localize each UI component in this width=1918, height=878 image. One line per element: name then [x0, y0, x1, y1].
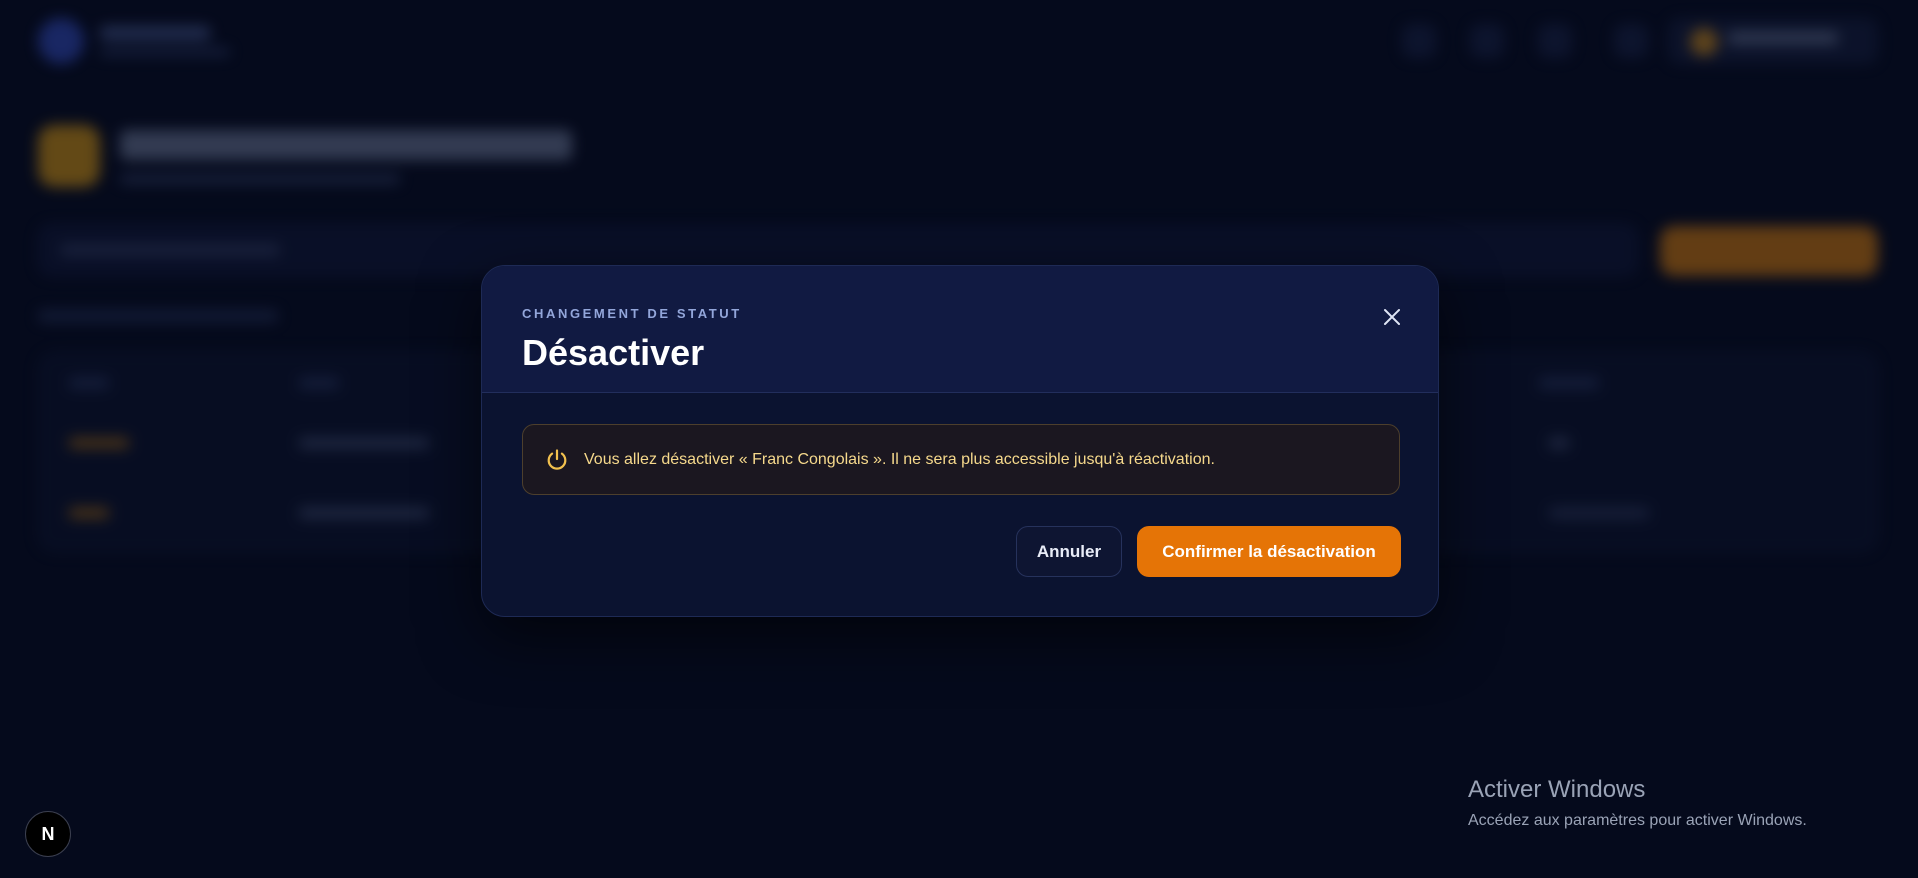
alert-message: Vous allez désactiver « Franc Congolais … [584, 451, 1215, 468]
cancel-button[interactable]: Annuler [1016, 526, 1122, 577]
bg-table-header [1539, 378, 1599, 388]
modal-eyebrow: CHANGEMENT DE STATUT [522, 306, 742, 321]
bg-table-cell [69, 438, 129, 448]
dev-badge-label: N [41, 823, 55, 844]
watermark-title: Activer Windows [1468, 776, 1646, 803]
bg-table-cell [1549, 508, 1649, 518]
bg-user-avatar [1690, 28, 1718, 56]
bg-table-header [69, 378, 109, 388]
status-change-modal: CHANGEMENT DE STATUT Désactiver Vous all… [481, 265, 1439, 617]
bg-table-cell [299, 438, 429, 448]
bg-logo [38, 18, 84, 64]
power-icon [547, 449, 567, 470]
close-icon [1384, 309, 1400, 325]
bg-add-button [1660, 226, 1878, 276]
bg-topbar-icon [1402, 24, 1436, 58]
bg-page-subtitle [120, 174, 400, 184]
bg-table-cell [299, 508, 429, 518]
confirm-deactivation-button[interactable]: Confirmer la désactivation [1137, 526, 1401, 577]
bg-page-title [120, 130, 572, 160]
bg-topbar-icon [1614, 24, 1648, 58]
bg-table-header [299, 378, 339, 388]
modal-title: Désactiver [522, 332, 705, 373]
warning-alert: Vous allez désactiver « Franc Congolais … [522, 424, 1400, 495]
bg-topbar-icon [1470, 24, 1504, 58]
bg-brand-subtitle [100, 48, 230, 56]
bg-table-cell [69, 508, 109, 518]
bg-search-placeholder [60, 244, 280, 256]
bg-result-count [38, 310, 278, 322]
bg-brand [100, 26, 210, 40]
close-button[interactable] [1377, 302, 1407, 332]
bg-topbar-icon [1538, 24, 1572, 58]
app-root: CHANGEMENT DE STATUT Désactiver Vous all… [0, 0, 1918, 878]
modal-header: CHANGEMENT DE STATUT Désactiver [482, 266, 1438, 393]
bg-user-name [1728, 32, 1838, 44]
windows-activation-watermark: Activer Windows Accédez aux paramètres p… [1468, 776, 1807, 830]
watermark-subtitle: Accédez aux paramètres pour activer Wind… [1468, 812, 1807, 829]
dev-tools-badge[interactable]: N [25, 811, 71, 857]
bg-page-icon [38, 125, 100, 187]
bg-table-cell [1549, 438, 1569, 448]
